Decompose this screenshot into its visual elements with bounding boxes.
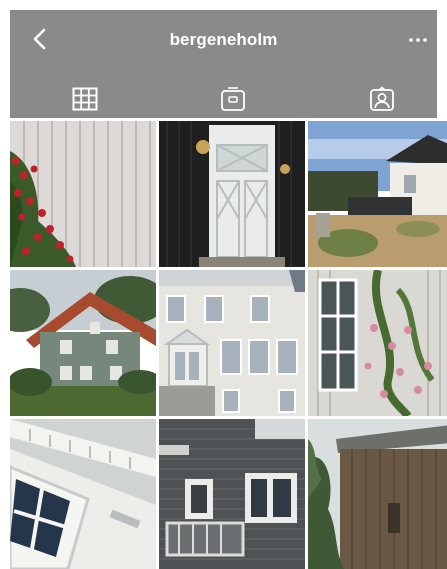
photo-image bbox=[10, 419, 156, 569]
tab-feed[interactable] bbox=[218, 86, 248, 112]
photo-image bbox=[308, 121, 447, 267]
feed-icon bbox=[221, 87, 245, 111]
photo-image bbox=[308, 419, 447, 569]
tagged-user-icon bbox=[370, 86, 394, 111]
photo-image bbox=[10, 121, 156, 267]
photo-image bbox=[159, 121, 305, 267]
photo-grid bbox=[10, 121, 447, 569]
more-dots-icon[interactable] bbox=[407, 36, 429, 44]
photo-image bbox=[159, 419, 305, 569]
photo-tile[interactable] bbox=[159, 121, 305, 267]
photo-tile[interactable] bbox=[10, 121, 156, 267]
photo-tile[interactable] bbox=[10, 270, 156, 416]
photo-tile[interactable] bbox=[308, 121, 447, 267]
tab-tagged[interactable] bbox=[367, 86, 397, 112]
photo-image bbox=[159, 270, 305, 416]
photo-tile[interactable] bbox=[308, 419, 447, 569]
photo-image bbox=[10, 270, 156, 416]
photo-tile[interactable] bbox=[159, 419, 305, 569]
photo-image bbox=[308, 270, 447, 416]
profile-header: bergeneholm bbox=[10, 10, 437, 118]
profile-username: bergeneholm bbox=[169, 30, 278, 49]
tab-grid[interactable] bbox=[70, 86, 100, 112]
photo-tile[interactable] bbox=[10, 419, 156, 569]
grid-icon bbox=[72, 87, 98, 111]
photo-tile[interactable] bbox=[159, 270, 305, 416]
photo-tile[interactable] bbox=[308, 270, 447, 416]
